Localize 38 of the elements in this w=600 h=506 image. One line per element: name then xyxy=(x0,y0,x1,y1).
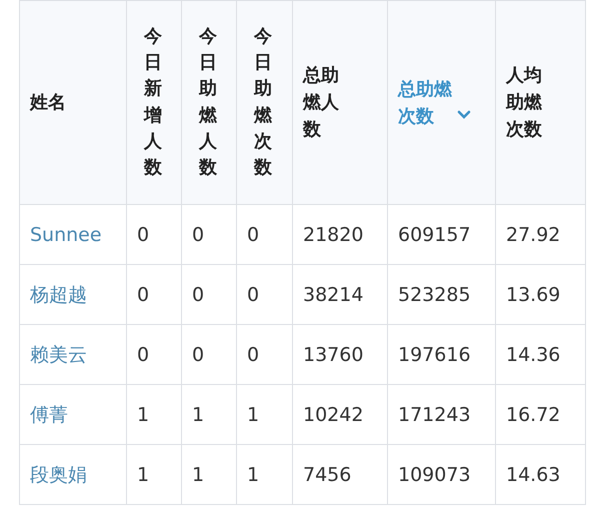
name-link[interactable]: 段奥娟 xyxy=(30,464,87,486)
table-cell: 171243 xyxy=(398,404,471,426)
table-cell: 27.92 xyxy=(506,224,560,246)
table-cell: 14.63 xyxy=(506,464,560,486)
table-cell: 13760 xyxy=(303,344,364,366)
table-cell: 0 xyxy=(247,284,260,306)
table-cell: 0 xyxy=(137,344,150,366)
table-cell: 523285 xyxy=(398,284,471,306)
table-cell: 7456 xyxy=(303,464,352,486)
table-cell: 0 xyxy=(137,284,150,306)
table-cell: 0 xyxy=(137,224,150,246)
table-cell: 1 xyxy=(137,404,150,426)
table-cell: 109073 xyxy=(398,464,471,486)
table-cell: 1 xyxy=(247,464,260,486)
table-cell: 197616 xyxy=(398,344,471,366)
chevron-down-icon xyxy=(457,110,471,120)
table-cell: 13.69 xyxy=(506,284,560,306)
table-cell: 0 xyxy=(192,344,204,366)
table-cell: 10242 xyxy=(303,404,364,426)
table-cell: 38214 xyxy=(303,284,364,306)
table-cell: 16.72 xyxy=(506,404,560,426)
column-header[interactable]: 人均助燃次数 xyxy=(506,62,542,143)
name-link[interactable]: 傅菁 xyxy=(30,404,68,426)
table-cell: 0 xyxy=(247,344,260,366)
table-cell: 1 xyxy=(247,404,260,426)
table-cell: 0 xyxy=(192,224,204,246)
table-cell: 0 xyxy=(192,284,204,306)
table-cell: 1 xyxy=(137,464,150,486)
name-link[interactable]: 赖美云 xyxy=(30,344,87,366)
table-cell: 0 xyxy=(247,224,260,246)
table-cell: 14.36 xyxy=(506,344,560,366)
table-cell: 1 xyxy=(192,464,204,486)
column-header[interactable]: 总助燃人数 xyxy=(303,62,339,143)
column-header[interactable]: 姓名 xyxy=(30,89,66,116)
name-link[interactable]: 杨超越 xyxy=(30,284,87,306)
table-cell: 1 xyxy=(192,404,204,426)
table-cell: 609157 xyxy=(398,224,471,246)
table-cell: 21820 xyxy=(303,224,364,246)
